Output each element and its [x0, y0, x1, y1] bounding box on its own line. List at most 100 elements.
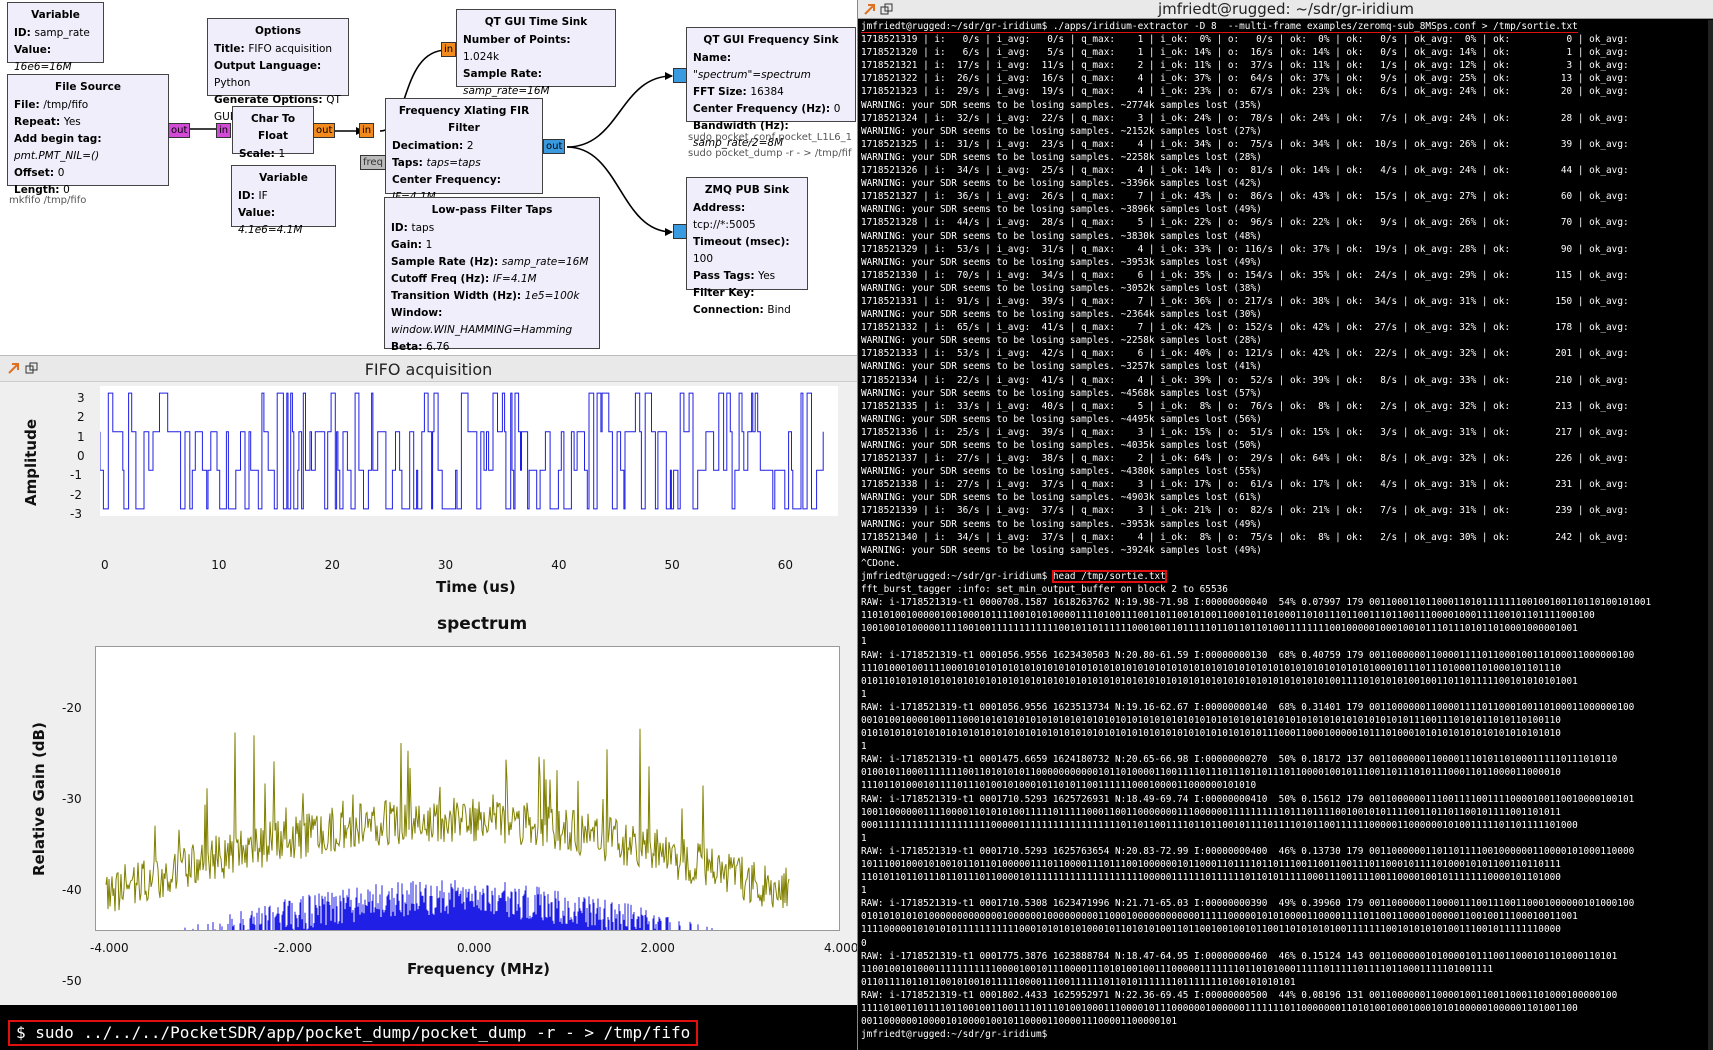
block-param: Scale: 1 — [239, 146, 307, 163]
param-label: Offset: — [14, 167, 58, 179]
block-param: Sample Rate: samp_rate=16M — [463, 66, 609, 100]
param-value: 1e5=100k — [524, 290, 580, 302]
block-param: Sample Rate (Hz): samp_rate=16M — [391, 254, 593, 271]
terminal-line: 1718521327 | i: 36/s | i_avg: 26/s | q_m… — [861, 191, 1629, 203]
terminal-line: WARNING: your SDR seems to be losing sam… — [861, 282, 1262, 294]
block-freq-xlating-fir[interactable]: Frequency Xlating FIR Filter Decimation: … — [385, 98, 543, 237]
block-param: Number of Points: 1.024k — [463, 32, 609, 66]
terminal-line: RAW: i-1718521319-t1 0001056.9556 162351… — [861, 701, 1635, 713]
time-xtick: 60 — [777, 558, 794, 572]
terminal-line: RAW: i-1718521319-t1 0001710.5293 162572… — [861, 793, 1635, 805]
block-options[interactable]: Options Title: FIFO acquisition Output Lan… — [207, 18, 349, 123]
port-in-zmq[interactable] — [673, 224, 687, 239]
port-out-char-to-float[interactable]: out — [313, 123, 336, 138]
block-title: Char To Float — [250, 113, 296, 142]
port-freq-xlating[interactable]: freq — [360, 155, 386, 170]
terminal-output[interactable]: jmfriedt@rugged:~/sdr/gr-iridium$ ./apps… — [861, 20, 1709, 1050]
terminal-line: 0 — [861, 937, 867, 949]
terminal-line: RAW: i-1718521319-t1 0000708.1587 161826… — [861, 597, 1652, 609]
terminal-line: 0100101100011111110011010101011000000000… — [861, 767, 1561, 779]
block-freq-sink[interactable]: QT GUI Frequency Sink Name: "spectrum"=sp… — [686, 27, 856, 149]
block-variable-samp-rate[interactable]: Variable ID: samp_rate Value: 16e6=16M — [7, 2, 104, 73]
block-param: Center Frequency (Hz): 0 — [693, 101, 849, 118]
block-param: Beta: 6.76 — [391, 339, 593, 356]
block-title: QT GUI Frequency Sink — [703, 34, 839, 46]
spectrum-xtick: 0.000 — [457, 941, 492, 955]
terminal-line: ^CDone. — [861, 557, 901, 569]
param-label: Decimation: — [392, 140, 467, 152]
param-value: samp_rate=16M — [501, 256, 589, 268]
param-value: 100 — [693, 253, 714, 265]
block-param: Offset: 0 — [14, 165, 162, 182]
terminal-line: WARNING: your SDR seems to be losing sam… — [861, 151, 1262, 163]
time-ylabel: Amplitude — [22, 418, 40, 506]
port-in-freq-sink[interactable] — [673, 68, 687, 83]
terminal-line: WARNING: your SDR seems to be losing sam… — [861, 230, 1262, 242]
port-in-char-to-float[interactable]: in — [216, 123, 232, 138]
qt-window-title: FIFO acquisition — [364, 360, 493, 379]
port-out-xlating[interactable]: out — [543, 139, 566, 154]
block-variable-if[interactable]: Variable ID: IF Value: 4.1e6=4.1M — [231, 165, 336, 236]
spectrum-ytick: -30 — [62, 792, 82, 806]
block-param: Connection: Bind — [693, 302, 801, 319]
time-xlabel: Time (us) — [436, 578, 516, 596]
time-xtick: 30 — [437, 558, 454, 572]
block-file-source[interactable]: File Source File: /tmp/fifo Repeat: Yes Add… — [7, 74, 169, 196]
param-label: Value: — [238, 207, 276, 219]
port-in-xlating[interactable]: in — [359, 123, 375, 138]
block-param: Output Language: Python — [214, 58, 342, 92]
pocket-dump-command[interactable]: $ sudo ../../../PocketSDR/app/pocket_dum… — [8, 1020, 699, 1046]
param-value: samp_rate — [34, 27, 90, 39]
terminal-line: 1718521331 | i: 91/s | i_avg: 39/s | q_m… — [861, 295, 1629, 307]
terminal-line: jmfriedt@rugged:~/sdr/gr-iridium$ — [861, 1029, 1053, 1041]
terminal-line: 0001111111111111111111100000111111111111… — [861, 819, 1578, 831]
terminal-window[interactable]: jmfriedt@rugged: ~/sdr/gr-iridium jmfrie… — [857, 0, 1713, 1050]
block-title: QT GUI Time Sink — [484, 16, 588, 28]
time-ytick: -1 — [70, 468, 82, 483]
block-zmq-pub-sink[interactable]: ZMQ PUB Sink Address: tcp://*:5005 Timeout… — [686, 177, 808, 316]
terminal-line: 0011000000100001010000100101100001100001… — [861, 1016, 1178, 1028]
terminal-line: 1101010010000010010001011110010101000011… — [861, 610, 1595, 622]
param-label: Gain: — [391, 239, 426, 251]
terminal-line: 1100100101000111111111110000100101110000… — [861, 963, 1494, 975]
param-value: Bind — [767, 304, 791, 316]
block-time-sink[interactable]: QT GUI Time Sink Number of Points: 1.024k… — [456, 9, 616, 114]
port-in-time-sink[interactable]: in — [441, 42, 457, 57]
terminal-line: WARNING: your SDR seems to be losing sam… — [861, 518, 1262, 530]
terminal-line: WARNING: your SDR seems to be losing sam… — [861, 99, 1262, 111]
param-value: tcp://*:5005 — [693, 219, 756, 231]
block-title: Variable — [31, 9, 80, 21]
block-title: Low-pass Filter Taps — [431, 204, 553, 216]
time-plot-area[interactable] — [99, 386, 838, 516]
terminal-line: WARNING: your SDR seems to be losing sam… — [861, 413, 1262, 425]
flowgraph-canvas[interactable]: Variable ID: samp_rate Value: 16e6=16M Opt… — [0, 0, 857, 355]
time-ytick: -2 — [70, 487, 82, 502]
param-value: 16384 — [750, 86, 784, 98]
terminal-line: 1718521338 | i: 27/s | i_avg: 37/s | q_m… — [861, 479, 1629, 491]
spectrum-plot-area[interactable] — [95, 646, 840, 998]
block-char-to-float[interactable]: Char To Float Scale: 1 — [232, 106, 314, 160]
terminal-line: WARNING: your SDR seems to be losing sam… — [861, 204, 1262, 216]
param-label: File: — [14, 99, 44, 111]
param-label: Generate Options: — [214, 94, 327, 106]
terminal-line: 1718521325 | i: 31/s | i_avg: 23/s | q_m… — [861, 138, 1629, 150]
spectrum-ytick: -20 — [62, 701, 82, 715]
terminal-line: 1718521320 | i: 6/s | i_avg: 5/s | q_max… — [861, 47, 1629, 59]
time-ytick: 0 — [77, 448, 85, 463]
terminal-scrollbar[interactable] — [1708, 20, 1713, 1050]
terminal-line: 1101011011011101101110110000101111111111… — [861, 872, 1561, 884]
param-label: Add begin tag: — [14, 133, 102, 145]
terminal-line: 1718521319 | i: 0/s | i_avg: 0/s | q_max… — [861, 34, 1629, 46]
block-lowpass-taps[interactable]: Low-pass Filter Taps ID: taps Gain: 1 Sampl… — [384, 197, 600, 353]
note-pocket-dump: sudo pocket_dump -r - > /tmp/fif — [688, 148, 852, 159]
terminal-line: 1718521340 | i: 34/s | i_avg: 37/s | q_m… — [861, 531, 1629, 543]
terminal-line: 0101010101010000000000000100000010000000… — [861, 911, 1578, 923]
terminal-line: WARNING: your SDR seems to be losing sam… — [861, 125, 1262, 137]
param-value: taps — [411, 222, 435, 234]
qt-gui-window: FIFO acquisition Amplitude 3 2 1 0 -1 -2 -3 01… — [0, 355, 858, 1005]
param-label: Center Frequency (Hz): — [693, 103, 834, 115]
terminal-line: 1718521326 | i: 34/s | i_avg: 25/s | q_m… — [861, 165, 1629, 177]
port-out-file-source[interactable]: out — [168, 123, 191, 138]
block-param: Title: FIFO acquisition — [214, 41, 342, 58]
terminal-line: 1001001010000011110010011111111111100101… — [861, 623, 1578, 635]
